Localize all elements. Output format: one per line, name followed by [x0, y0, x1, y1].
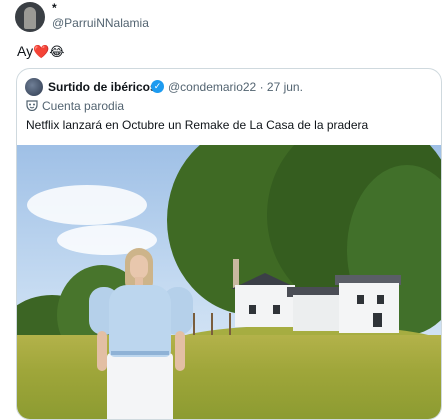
cloud	[27, 185, 147, 225]
house-wing	[339, 283, 399, 333]
author-avatar[interactable]	[15, 2, 45, 32]
deck-post	[211, 313, 213, 335]
quoted-author-avatar[interactable]	[25, 78, 43, 96]
window	[357, 295, 364, 304]
house	[235, 285, 295, 327]
verified-badge-icon: ✓	[151, 80, 164, 93]
parody-mask-icon	[26, 100, 38, 111]
window	[273, 305, 280, 314]
quoted-author-name[interactable]: Surtido de ibéricos	[48, 80, 157, 94]
woman-arm-right	[175, 331, 185, 371]
woman-belt	[111, 351, 169, 355]
tweet[interactable]: * @ParruiNNalamia Ay❤️😂 Surtido de ibéri…	[0, 0, 445, 420]
deck-post	[229, 313, 231, 335]
avatar-figure	[24, 7, 36, 29]
woman-face	[130, 255, 148, 279]
author-handle[interactable]: @ParruiNNalamia	[52, 16, 149, 30]
tweet-text-body: Ay	[17, 43, 34, 59]
quoted-author-handle-date[interactable]: @condemario22 · 27 jun.	[168, 80, 303, 94]
window	[373, 313, 382, 327]
quoted-tweet[interactable]: Surtido de ibéricos ✓ @condemario22 · 27…	[16, 68, 442, 420]
woman-blouse	[109, 285, 171, 357]
heart-emoji: ❤️	[33, 44, 50, 59]
window	[249, 305, 256, 314]
author-name[interactable]: *	[52, 1, 57, 15]
laughing-emoji: 😂	[49, 44, 65, 59]
quoted-tweet-image[interactable]	[17, 145, 441, 419]
grass-field	[17, 335, 441, 419]
house-wing	[293, 295, 343, 331]
tweet-text: Ay❤️😂	[17, 43, 64, 60]
woman-arm-left	[97, 331, 107, 371]
parody-account-label: Cuenta parodia	[42, 99, 125, 113]
deck-post	[193, 313, 195, 335]
quoted-tweet-text: Netflix lanzará en Octubre un Remake de …	[26, 118, 369, 132]
woman-skirt	[107, 353, 173, 419]
window	[377, 295, 384, 304]
